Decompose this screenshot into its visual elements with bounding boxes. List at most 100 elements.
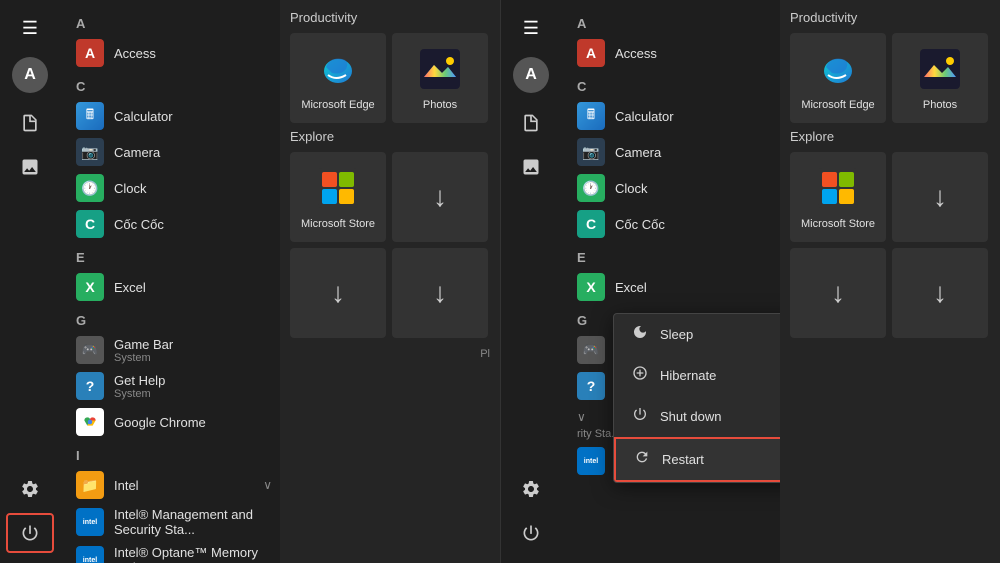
edge-tile-label: Microsoft Edge (301, 99, 374, 111)
power-icon-right[interactable] (507, 513, 555, 553)
app-calculator-right[interactable]: 🖩 Calculator (569, 98, 780, 134)
app-coccoc-right[interactable]: C Cốc Cốc (569, 206, 780, 242)
intel-label: Intel (114, 478, 139, 493)
explore-title-left: Explore (290, 129, 490, 144)
app-excel[interactable]: X Excel (68, 269, 280, 305)
settings-button[interactable] (6, 469, 54, 509)
download-icon-2-right: ↓ (831, 277, 845, 309)
app-camera[interactable]: 📷 Camera (68, 134, 280, 170)
user-avatar[interactable]: A (12, 57, 48, 93)
excel-icon: X (76, 273, 104, 301)
section-c: C (68, 75, 280, 98)
access-icon-right: A (577, 39, 605, 67)
edge-tile-icon (314, 45, 362, 93)
explore-title-right: Explore (790, 129, 990, 144)
app-chrome[interactable]: Google Chrome (68, 404, 280, 440)
shutdown-menu-item[interactable]: Shut down (614, 396, 780, 437)
tile-store[interactable]: Microsoft Store (290, 152, 386, 242)
documents-icon-right[interactable] (507, 103, 555, 143)
clock-label: Clock (114, 181, 147, 196)
section-g: G (68, 309, 280, 332)
sleep-menu-item[interactable]: Sleep (614, 314, 780, 355)
app-clock[interactable]: 🕐 Clock (68, 170, 280, 206)
app-intelm[interactable]: intel Intel® Management and Security Sta… (68, 503, 280, 541)
app-camera-right[interactable]: 📷 Camera (569, 134, 780, 170)
right-sidebar: ☰ A (501, 0, 561, 563)
access-label: Access (114, 46, 156, 61)
intelm-icon: intel (76, 508, 104, 536)
hamburger-menu-right[interactable]: ☰ (515, 10, 547, 47)
sidebar-icons-right (507, 103, 555, 469)
photos-icon-right[interactable] (507, 147, 555, 187)
tile-download-1-right[interactable]: ↓ (892, 152, 988, 242)
app-gamebar[interactable]: 🎮 Game Bar System (68, 332, 280, 368)
download-icon-3: ↓ (433, 277, 447, 309)
restart-icon (632, 449, 652, 470)
app-access[interactable]: A Access (68, 35, 280, 71)
pl-label: Pl (290, 344, 490, 360)
app-coccoc[interactable]: C Cốc Cốc (68, 206, 280, 242)
tile-download-2[interactable]: ↓ (290, 248, 386, 338)
coccoc-label-right: Cốc Cốc (615, 217, 665, 232)
app-clock-right[interactable]: 🕐 Clock (569, 170, 780, 206)
camera-icon: 📷 (76, 138, 104, 166)
left-sidebar: ☰ A (0, 0, 60, 563)
app-excel-right[interactable]: X Excel (569, 269, 780, 305)
coccoc-icon: C (76, 210, 104, 238)
tile-edge[interactable]: Microsoft Edge (290, 33, 386, 123)
calculator-label-right: Calculator (615, 109, 674, 124)
app-list-right: A A Access C 🖩 Calculator 📷 Camera 🕐 Clo… (561, 0, 780, 563)
tiles-panel-left: Productivity (280, 0, 500, 563)
tile-store-right[interactable]: Microsoft Store (790, 152, 886, 242)
store-tile-icon-right (814, 164, 862, 212)
app-inteloptane[interactable]: intel Intel® Optane™ Memory and Storage.… (68, 541, 280, 563)
tile-edge-right[interactable]: Microsoft Edge (790, 33, 886, 123)
tile-download-1[interactable]: ↓ (392, 152, 488, 242)
sidebar-icons (6, 103, 54, 469)
section-e: E (68, 246, 280, 269)
explore-row-1: Microsoft Store ↓ (290, 152, 490, 242)
documents-icon[interactable] (6, 103, 54, 143)
gethelp-sub: System (114, 388, 165, 400)
photos-tile-label: Photos (423, 99, 457, 111)
excel-icon-right: X (577, 273, 605, 301)
app-calculator[interactable]: 🖩 Calculator (68, 98, 280, 134)
gethelp-icon: ? (76, 372, 104, 400)
productivity-row: Microsoft Edge (290, 33, 490, 123)
sleep-icon (630, 324, 650, 345)
app-intel[interactable]: 📁 Intel ∨ (68, 467, 280, 503)
right-panel: ☰ A A A Access C 🖩 Calcul (500, 0, 1000, 563)
coccoc-icon-right: C (577, 210, 605, 238)
tile-photos[interactable]: Photos (392, 33, 488, 123)
productivity-title-right: Productivity (790, 10, 990, 25)
tile-download-2-right[interactable]: ↓ (790, 248, 886, 338)
section-c-right: C (569, 75, 780, 98)
intel-arrow: ∨ (263, 478, 272, 492)
shutdown-icon (630, 406, 650, 427)
camera-label: Camera (114, 145, 160, 160)
tile-photos-right[interactable]: Photos (892, 33, 988, 123)
hibernate-menu-item[interactable]: Hibernate (614, 355, 780, 396)
tile-download-3[interactable]: ↓ (392, 248, 488, 338)
app-access-right[interactable]: A Access (569, 35, 780, 71)
hamburger-menu[interactable]: ☰ (14, 10, 46, 47)
power-button[interactable] (6, 513, 54, 553)
settings-button-right[interactable] (507, 469, 555, 509)
context-menu: Sleep Hibernate Shut down Restart (613, 313, 780, 483)
inteloptane-icon-right: intel (577, 447, 605, 475)
photos-sidebar-icon[interactable] (6, 147, 54, 187)
tile-download-3-right[interactable]: ↓ (892, 248, 988, 338)
excel-label: Excel (114, 280, 146, 295)
gethelp-icon-right: ? (577, 372, 605, 400)
hibernate-icon (630, 365, 650, 386)
calculator-icon-right: 🖩 (577, 102, 605, 130)
store-tile-label-right: Microsoft Store (801, 218, 875, 230)
restart-menu-item[interactable]: Restart (614, 437, 780, 482)
user-avatar-right[interactable]: A (513, 57, 549, 93)
section-i: I (68, 444, 280, 467)
edge-tile-icon-right (814, 45, 862, 93)
sleep-label: Sleep (660, 327, 693, 342)
inteloptane-icon: intel (76, 546, 104, 563)
section-e-right: E (569, 246, 780, 269)
app-gethelp[interactable]: ? Get Help System (68, 368, 280, 404)
